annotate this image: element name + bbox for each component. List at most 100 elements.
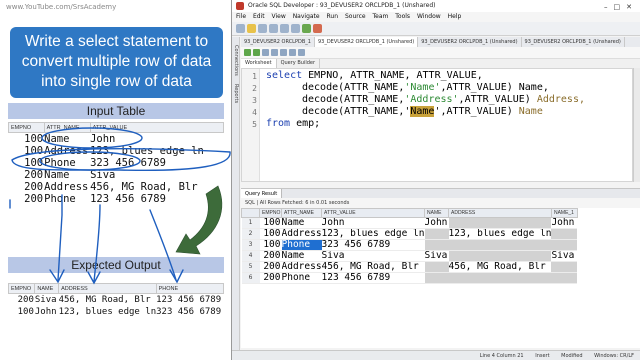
table-row[interactable]: 2 100 Address 123, blues edge ln 123, bl… — [241, 228, 578, 240]
save-icon[interactable] — [258, 24, 267, 33]
cell[interactable]: John — [321, 217, 425, 229]
cell[interactable]: John — [424, 217, 449, 229]
null-cell[interactable] — [448, 239, 552, 251]
table-row: 200 Address 456, MG Road, Blr — [9, 181, 224, 193]
table-row[interactable]: 4 200 Name Siva Siva Siva — [241, 250, 578, 262]
close-icon[interactable]: ✕ — [626, 3, 638, 11]
menu-view[interactable]: View — [272, 13, 286, 20]
null-cell[interactable] — [424, 239, 449, 251]
null-cell[interactable] — [551, 228, 578, 240]
cell[interactable]: 100 — [259, 217, 282, 229]
cell[interactable]: 100 — [259, 239, 282, 251]
tab-worksheet[interactable]: 93_DEVUSER2 ORCLPDB_1 (Unshared) — [418, 37, 522, 47]
save-all-icon[interactable] — [269, 24, 278, 33]
cell[interactable]: 100 — [259, 228, 282, 240]
cell[interactable]: 456, MG Road, Blr — [321, 261, 425, 273]
sql-text: decode(ATTR_NAME,' — [302, 106, 411, 117]
null-cell[interactable] — [424, 261, 449, 273]
null-cell[interactable] — [448, 250, 552, 262]
new-icon[interactable] — [236, 24, 245, 33]
cell: 200 — [24, 181, 44, 193]
menu-tools[interactable]: Tools — [395, 13, 410, 20]
column-header[interactable]: EMPNO — [259, 208, 282, 218]
cell[interactable]: Siva — [424, 250, 449, 262]
cell[interactable]: Siva — [321, 250, 425, 262]
cell[interactable]: 123, blues edge ln — [448, 228, 552, 240]
tab-worksheet-view[interactable]: Worksheet — [241, 59, 277, 68]
tab-query-builder[interactable]: Query Builder — [277, 59, 321, 68]
selected-cell[interactable]: Phone — [281, 239, 322, 251]
cell[interactable]: Name — [281, 217, 322, 229]
cell[interactable]: 123 456 6789 — [321, 272, 425, 284]
table-row[interactable]: 3 100 Phone 323 456 6789 — [241, 239, 578, 251]
clear-icon[interactable] — [298, 49, 305, 56]
cell: 123, blues edge ln — [90, 145, 204, 157]
menu-navigate[interactable]: Navigate — [293, 13, 320, 20]
explain-plan-icon[interactable] — [280, 49, 287, 56]
cell[interactable]: Name — [281, 250, 322, 262]
maximize-icon[interactable]: □ — [614, 3, 627, 11]
null-cell[interactable] — [424, 272, 449, 284]
redo-icon[interactable] — [291, 24, 300, 33]
open-icon[interactable] — [247, 24, 256, 33]
cell[interactable]: Address — [281, 261, 322, 273]
menu-run[interactable]: Run — [327, 13, 339, 20]
sql-text: EMPNO, ATTR_NAME, ATTR_VALUE, — [302, 70, 483, 81]
cell[interactable]: Address — [281, 228, 322, 240]
commit-icon[interactable] — [262, 49, 269, 56]
null-cell[interactable] — [448, 217, 552, 229]
cell[interactable]: 200 — [259, 261, 282, 273]
null-cell[interactable] — [551, 239, 578, 251]
cell[interactable]: 123, blues edge ln — [321, 228, 425, 240]
minimize-icon[interactable]: – — [604, 3, 614, 11]
column-header[interactable]: ATTR_NAME — [280, 208, 323, 218]
cell[interactable]: 456, MG Road, Blr — [448, 261, 552, 273]
cell[interactable]: Siva — [551, 250, 578, 262]
cell[interactable]: Phone — [281, 272, 322, 284]
null-cell[interactable] — [551, 272, 578, 284]
run-statement-icon[interactable] — [244, 49, 251, 56]
query-result-grid[interactable]: EMPNO ATTR_NAME ATTR_VALUE NAME ADDRESS … — [241, 208, 640, 348]
column-header[interactable]: NAME — [424, 208, 449, 218]
run-icon[interactable] — [302, 24, 311, 33]
tab-worksheet-active[interactable]: 93_DEVUSER2 ORCLPDB_1 (Unshared) — [314, 37, 419, 47]
menu-window[interactable]: Window — [417, 13, 441, 20]
cell[interactable]: 323 456 6789 — [321, 239, 425, 251]
null-cell[interactable] — [448, 272, 552, 284]
menu-edit[interactable]: Edit — [253, 13, 265, 20]
rollback-icon[interactable] — [271, 49, 278, 56]
annotation-arrowhead — [87, 271, 101, 285]
tab-connection[interactable]: 93_DEVUSER2 ORCLPDB_1 — [241, 37, 315, 47]
menu-source[interactable]: Source — [345, 13, 366, 20]
menu-file[interactable]: File — [236, 13, 246, 20]
table-row[interactable]: 5 200 Address 456, MG Road, Blr 456, MG … — [241, 261, 578, 273]
table-row[interactable]: 1 100 Name John John John — [241, 217, 578, 229]
column-header[interactable]: ADDRESS — [448, 208, 552, 218]
menu-team[interactable]: Team — [373, 13, 389, 20]
table-row[interactable]: 6 200 Phone 123 456 6789 — [241, 272, 578, 284]
column-header[interactable]: ATTR_VALUE — [321, 208, 425, 218]
sql-string: 'Address' — [404, 94, 459, 105]
cell[interactable]: John — [551, 217, 578, 229]
run-script-icon[interactable] — [253, 49, 260, 56]
editor-scrollbar[interactable] — [633, 68, 640, 182]
cell[interactable]: 200 — [259, 250, 282, 262]
autotrace-icon[interactable] — [289, 49, 296, 56]
tab-worksheet[interactable]: 93_DEVUSER2 ORCLPDB_1 (Unshared) — [522, 37, 625, 47]
sql-text: emp; — [290, 118, 321, 129]
null-cell[interactable] — [424, 228, 449, 240]
menu-help[interactable]: Help — [448, 13, 462, 20]
null-cell[interactable] — [551, 261, 578, 273]
column-header[interactable]: NAME_1 — [550, 208, 578, 218]
output-table: EMPNO NAME ADDRESS PHONE 200 Siva 456, MG … — [7, 283, 225, 318]
sql-editor[interactable]: 1 2 3 4 5 select EMPNO, ATTR_NAME, ATTR_… — [241, 68, 633, 182]
sidebar-item-reports[interactable]: Reports — [233, 84, 239, 103]
undo-icon[interactable] — [280, 24, 289, 33]
cell[interactable]: 200 — [259, 272, 282, 284]
sql-text: ,ATTR_VALUE) — [440, 82, 513, 93]
debug-icon[interactable] — [313, 24, 322, 33]
line-number: 3 — [252, 96, 257, 105]
cell: John — [34, 307, 57, 317]
sidebar-item-connections[interactable]: Connections — [233, 45, 239, 76]
table-header-row: EMPNO NAME ADDRESS PHONE — [7, 283, 225, 294]
